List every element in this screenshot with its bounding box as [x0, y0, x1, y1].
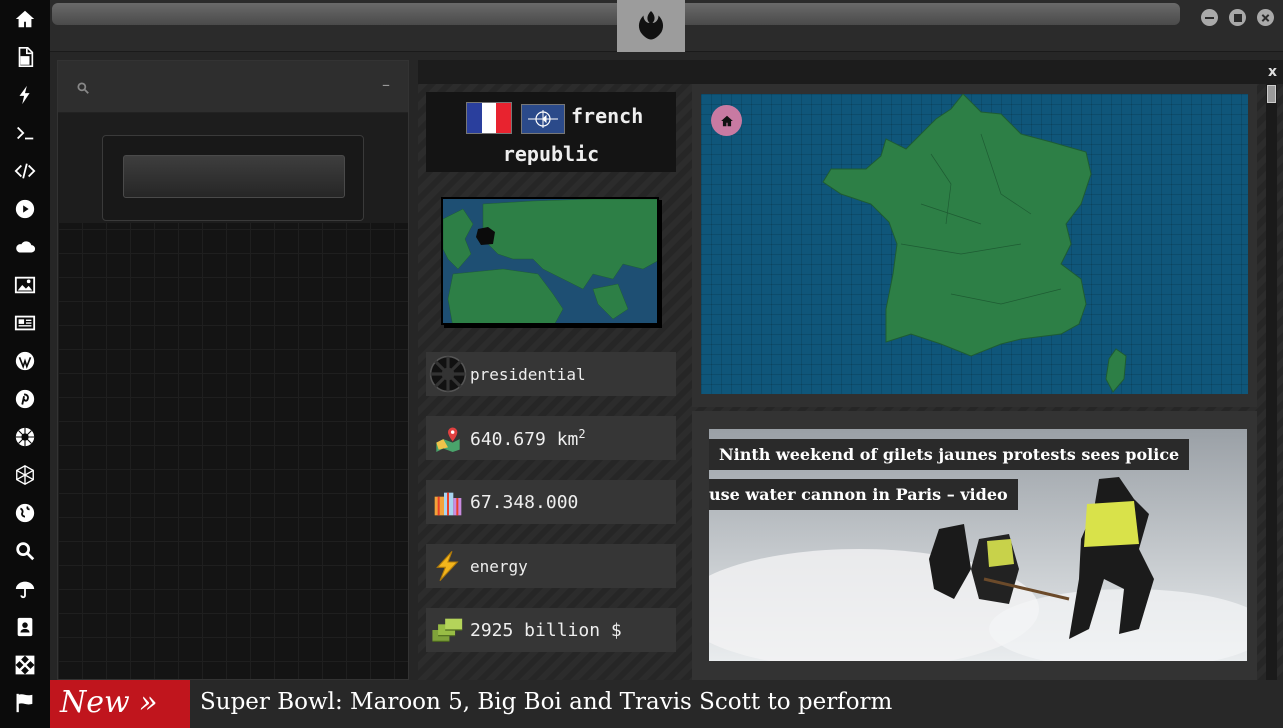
- country-panel: x french republic presidential 640.679 k…: [418, 60, 1283, 680]
- area-unit-exponent: 2: [578, 426, 586, 441]
- country-map-frame: [692, 84, 1257, 407]
- country-name-line1: french: [571, 104, 644, 128]
- news-ticker: New » Super Bowl: Maroon 5, Big Boi and …: [50, 680, 1283, 728]
- search-icon[interactable]: [0, 532, 50, 570]
- news-card: Ninth weekend of gilets jaunes protests …: [692, 411, 1257, 680]
- flag-icon[interactable]: [0, 684, 50, 722]
- country-title-card: french republic: [426, 92, 676, 172]
- news-headline-line2[interactable]: use water cannon in Paris – video: [709, 479, 1018, 510]
- umbrella-icon[interactable]: [0, 570, 50, 608]
- area-number: 640.679 km: [470, 428, 579, 450]
- code-icon[interactable]: [0, 152, 50, 190]
- top-bar: [50, 0, 1283, 52]
- government-value: presidential: [470, 364, 586, 384]
- wordpress-icon[interactable]: [0, 342, 50, 380]
- newspaper-icon[interactable]: [0, 304, 50, 342]
- news-photo[interactable]: Ninth weekend of gilets jaunes protests …: [709, 429, 1247, 661]
- action-card: [102, 135, 364, 221]
- money-stack-icon: [426, 608, 470, 652]
- collapse-button[interactable]: –: [382, 75, 390, 94]
- contacts-icon[interactable]: [0, 608, 50, 646]
- panel-header: x: [418, 60, 1283, 84]
- scrollbar[interactable]: [1266, 84, 1277, 680]
- imperial-crest-icon: [426, 352, 470, 396]
- resource-value: energy: [470, 556, 528, 576]
- terminal-icon[interactable]: [0, 114, 50, 152]
- country-map[interactable]: [701, 94, 1248, 394]
- resource-stat: energy: [426, 544, 676, 588]
- flag-stripe-white: [481, 103, 497, 133]
- gdp-value: 2925 billion $: [470, 619, 622, 641]
- france-flag: [466, 102, 512, 134]
- population-stat: 67.348.000: [426, 480, 676, 524]
- geodesic-icon[interactable]: [0, 456, 50, 494]
- rebel-alliance-icon: [638, 11, 664, 40]
- map-pin-icon: [426, 416, 470, 460]
- government-stat: presidential: [426, 352, 676, 396]
- close-window-button[interactable]: [1257, 9, 1274, 26]
- image-icon[interactable]: [0, 266, 50, 304]
- lightning-icon[interactable]: [0, 76, 50, 114]
- scrollbar-thumb[interactable]: [1267, 85, 1276, 103]
- address-bar[interactable]: [52, 3, 1180, 25]
- globe-icon[interactable]: [0, 494, 50, 532]
- population-gifts-icon: [426, 480, 470, 524]
- area-value: 640.679 km2: [470, 427, 586, 450]
- search-bar[interactable]: –: [58, 61, 408, 113]
- maximize-button[interactable]: [1229, 9, 1246, 26]
- world-minimap[interactable]: [441, 197, 659, 325]
- energy-bolt-icon: [426, 544, 470, 588]
- flag-stripe-blue: [467, 103, 482, 133]
- action-button[interactable]: [123, 155, 345, 198]
- left-panel: –: [57, 60, 409, 680]
- home-icon: [720, 115, 733, 126]
- map-home-button[interactable]: [711, 105, 742, 136]
- search-icon: [77, 82, 89, 94]
- home-icon[interactable]: [0, 0, 50, 38]
- minimize-button[interactable]: [1201, 9, 1218, 26]
- pinterest-icon[interactable]: [0, 380, 50, 418]
- close-panel-button[interactable]: x: [1268, 64, 1277, 80]
- area-stat: 640.679 km2: [426, 416, 676, 460]
- cloud-icon[interactable]: [0, 228, 50, 266]
- flag-stripe-red: [496, 103, 512, 133]
- news-headline-line1[interactable]: Ninth weekend of gilets jaunes protests …: [709, 439, 1190, 470]
- expand-icon[interactable]: [0, 646, 50, 684]
- rebel-alliance-icon[interactable]: [0, 418, 50, 456]
- document-icon[interactable]: [0, 38, 50, 76]
- play-icon[interactable]: [0, 190, 50, 228]
- nato-flag: [521, 104, 565, 134]
- population-value: 67.348.000: [470, 491, 579, 513]
- country-name-line2: republic: [502, 142, 600, 166]
- icon-sidebar: [0, 0, 50, 728]
- rebel-emblem-button[interactable]: [617, 0, 685, 52]
- ticker-headline[interactable]: Super Bowl: Maroon 5, Big Boi and Travis…: [200, 680, 892, 728]
- ticker-new-badge: New »: [50, 680, 190, 728]
- gdp-stat: 2925 billion $: [426, 608, 676, 652]
